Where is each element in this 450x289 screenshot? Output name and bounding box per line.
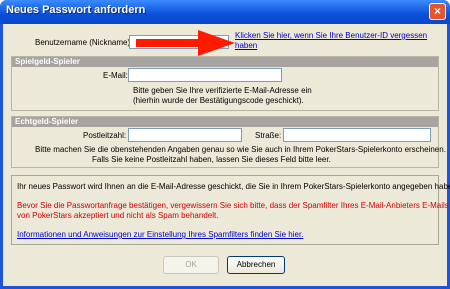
dialog-window: Neues Passwort anfordern × Benutzername … xyxy=(0,0,450,289)
cancel-button[interactable]: Abbrechen xyxy=(227,256,285,274)
email-hint-1: Bitte geben Sie Ihre verifizierte E-Mail… xyxy=(133,86,312,95)
username-label: Benutzername (Nickname): xyxy=(35,38,133,47)
dialog-body: Benutzername (Nickname): Klicken Sie hie… xyxy=(3,24,450,286)
title-bar[interactable]: Neues Passwort anfordern × xyxy=(0,0,450,24)
strasse-input[interactable] xyxy=(283,128,431,142)
forgot-username-link[interactable]: Klicken Sie hier, wenn Sie Ihre Benutzer… xyxy=(235,31,427,40)
close-button[interactable]: × xyxy=(429,3,446,20)
email-hint-2: (hierhin wurde der Bestätigungscode gesc… xyxy=(133,96,304,105)
postleitzahl-input[interactable] xyxy=(128,128,242,142)
email-input[interactable] xyxy=(128,68,282,82)
echtgeld-hint-1: Bitte machen Sie die obenstehenden Angab… xyxy=(35,145,446,154)
window-title: Neues Passwort anfordern xyxy=(6,4,146,16)
ok-button[interactable]: OK xyxy=(163,256,219,274)
postleitzahl-label: Postleitzahl: xyxy=(83,131,127,140)
email-label: E-Mail: xyxy=(103,71,128,80)
spamfilter-link[interactable]: Informationen und Anweisungen zur Einste… xyxy=(17,230,303,239)
spielgeld-header: Spielgeld-Spieler xyxy=(12,57,438,67)
echtgeld-hint-2: Falls Sie keine Postleitzahl haben, lass… xyxy=(92,155,331,164)
echtgeld-header: Echtgeld-Spieler xyxy=(12,117,438,127)
spam-warning-2: von PokerStars akzeptiert und nicht als … xyxy=(17,211,219,220)
strasse-label: Straße: xyxy=(255,131,282,140)
info-text: Ihr neues Passwort wird Ihnen an die E-M… xyxy=(17,182,450,191)
spam-warning-1: Bevor Sie die Passwortanfrage bestätigen… xyxy=(17,201,449,210)
forgot-username-link-cont[interactable]: haben xyxy=(235,41,257,50)
red-arrow-icon xyxy=(136,30,235,56)
